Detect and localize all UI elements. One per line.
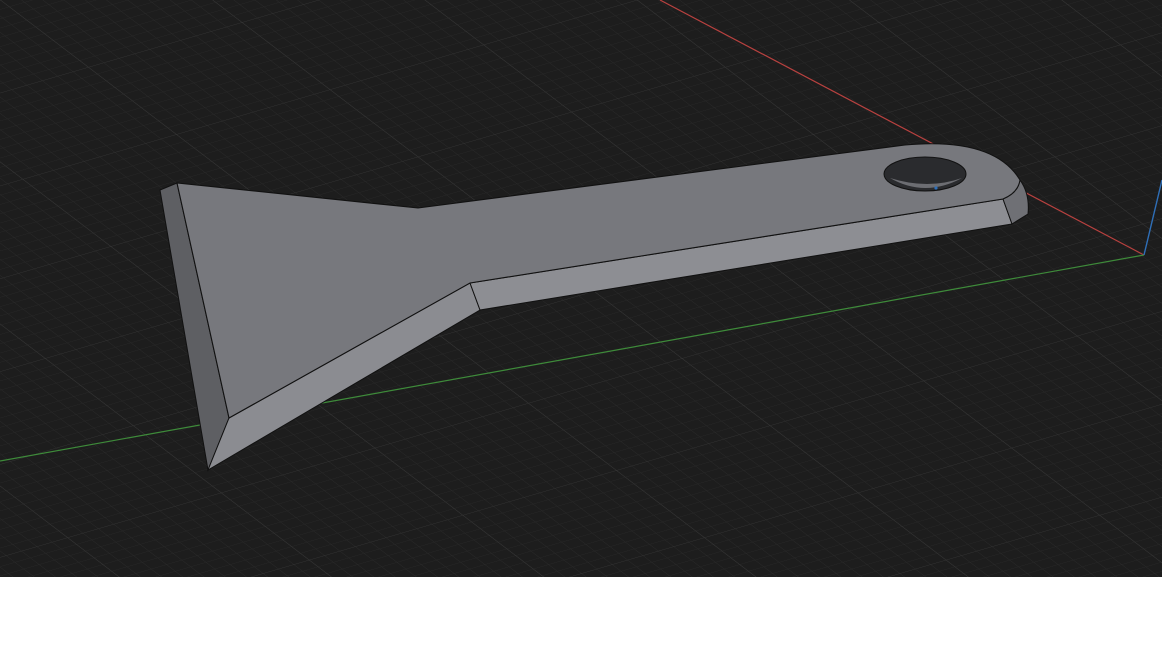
viewport-canvas[interactable] <box>0 0 1162 577</box>
origin-marker <box>934 186 938 190</box>
blank-panel <box>0 577 1162 648</box>
3d-viewport[interactable] <box>0 0 1162 577</box>
